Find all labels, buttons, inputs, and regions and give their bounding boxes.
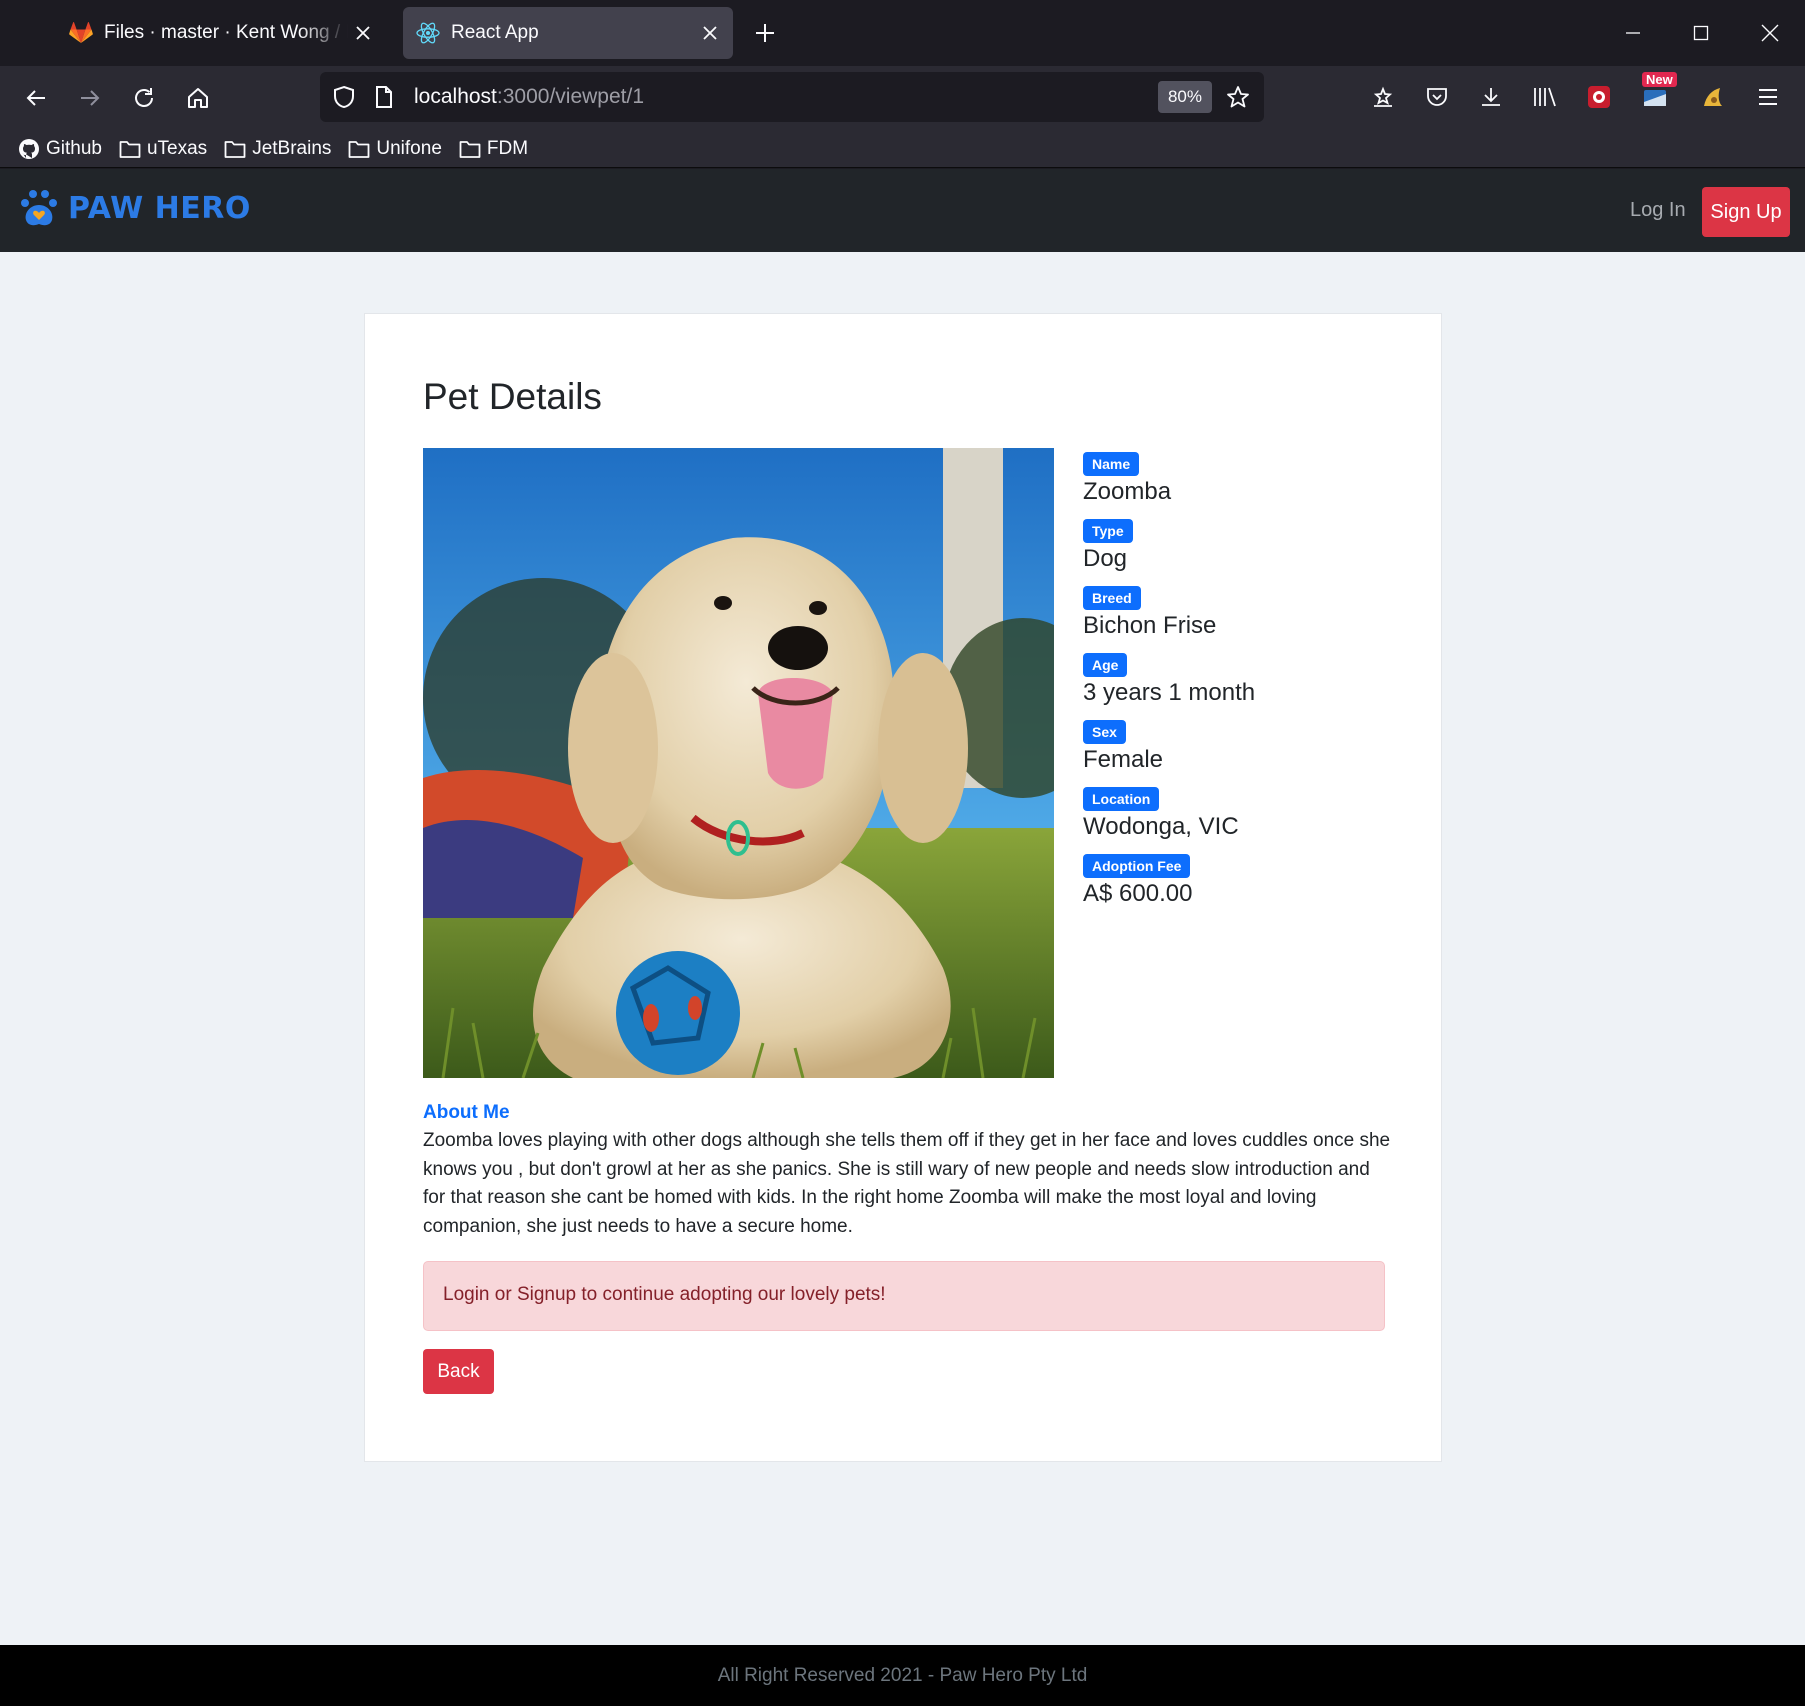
- pet-details-card: Pet Details Name Zoomba Type Dog Breed B…: [364, 313, 1442, 1462]
- reload-icon[interactable]: [122, 76, 166, 120]
- new-tab-icon[interactable]: [748, 16, 782, 50]
- detail-value: Bichon Frise: [1083, 612, 1217, 639]
- detail-name: Name Zoomba: [1083, 452, 1255, 519]
- bookmark-label: Github: [46, 137, 102, 159]
- page-icon[interactable]: [364, 77, 404, 117]
- detail-label: Name: [1083, 452, 1140, 476]
- extension-yellow-icon[interactable]: [1690, 74, 1736, 120]
- detail-value: Zoomba: [1083, 478, 1172, 505]
- extensions-star-icon[interactable]: [1360, 74, 1406, 120]
- back-arrow-icon[interactable]: [14, 76, 58, 120]
- close-tab-icon[interactable]: [695, 18, 725, 48]
- tab-title: React App: [451, 22, 539, 43]
- address-bar[interactable]: localhost:3000/viewpet/1 80%: [320, 72, 1264, 122]
- react-icon: [415, 20, 441, 46]
- login-link[interactable]: Log In: [1630, 199, 1686, 222]
- paw-logo-icon: [21, 190, 57, 226]
- detail-adoption-fee: Adoption Fee A$ 600.00: [1083, 854, 1255, 921]
- bookmark-folder-fdm[interactable]: FDM: [459, 138, 528, 160]
- url-text[interactable]: localhost:3000/viewpet/1: [414, 85, 1158, 109]
- page-title: Pet Details: [423, 376, 602, 417]
- bookmarks-bar: Github uTexas JetBrains Unifone FDM: [0, 130, 1805, 168]
- shield-icon[interactable]: [324, 77, 364, 117]
- bookmark-folder-jetbrains[interactable]: JetBrains: [224, 138, 331, 160]
- app-navbar: PAW HERO Log In Sign Up: [0, 169, 1805, 252]
- detail-value: 3 years 1 month: [1083, 679, 1256, 706]
- library-icon[interactable]: [1522, 74, 1568, 120]
- footer: All Right Reserved 2021 - Paw Hero Pty L…: [0, 1645, 1805, 1706]
- bookmark-folder-utexas[interactable]: uTexas: [119, 138, 207, 160]
- pocket-icon[interactable]: [1414, 74, 1460, 120]
- zoom-level[interactable]: 80%: [1157, 81, 1212, 113]
- new-badge: New: [1642, 72, 1677, 87]
- bookmark-folder-unifone[interactable]: Unifone: [348, 138, 442, 160]
- tab-strip: Files · master · Kent Wong / Paw Hero Re…: [0, 0, 1805, 66]
- about-me-heading: About Me: [423, 1102, 510, 1123]
- brand-name: PAW HERO: [68, 190, 251, 226]
- bookmark-star-icon[interactable]: [1218, 77, 1258, 117]
- signup-button[interactable]: Sign Up: [1702, 187, 1790, 237]
- folder-icon: [119, 140, 141, 158]
- forward-arrow-icon[interactable]: [68, 76, 112, 120]
- maximize-icon[interactable]: [1676, 10, 1726, 56]
- detail-label: Breed: [1083, 586, 1141, 610]
- brand-logo-link[interactable]: PAW HERO: [18, 187, 251, 229]
- tab-title: Files · master · Kent Wong / Paw Hero: [104, 22, 348, 43]
- detail-sex: Sex Female: [1083, 720, 1255, 787]
- detail-label: Sex: [1083, 720, 1126, 744]
- detail-type: Type Dog: [1083, 519, 1255, 586]
- github-icon: [19, 138, 39, 159]
- folder-icon: [459, 140, 481, 158]
- main-content: Pet Details Name Zoomba Type Dog Breed B…: [0, 252, 1805, 1645]
- detail-value: Female: [1083, 746, 1164, 773]
- menu-hamburger-icon[interactable]: [1745, 74, 1791, 120]
- folder-icon: [224, 140, 246, 158]
- detail-location: Location Wodonga, VIC: [1083, 787, 1255, 854]
- detail-label: Type: [1083, 519, 1133, 543]
- bookmark-label: Unifone: [376, 137, 442, 159]
- bookmark-label: uTexas: [146, 137, 208, 159]
- download-icon[interactable]: [1468, 74, 1514, 120]
- about-me-text: Zoomba loves playing with other dogs alt…: [423, 1130, 1391, 1237]
- gitlab-icon: [68, 20, 94, 46]
- extension-red-icon[interactable]: [1576, 74, 1622, 120]
- url-path: :3000/viewpet/1: [496, 85, 644, 108]
- detail-age: Age 3 years 1 month: [1083, 653, 1255, 720]
- tab-react-app[interactable]: React App: [403, 7, 733, 59]
- extension-new-icon[interactable]: New: [1632, 72, 1678, 120]
- tab-gitlab[interactable]: Files · master · Kent Wong / Paw Hero: [68, 7, 386, 59]
- detail-label: Location: [1083, 787, 1160, 811]
- detail-label: Adoption Fee: [1083, 854, 1191, 878]
- bookmark-label: JetBrains: [252, 137, 332, 159]
- detail-value: A$ 600.00: [1083, 880, 1193, 907]
- detail-value: Wodonga, VIC: [1083, 813, 1239, 840]
- login-alert: Login or Signup to continue adopting our…: [423, 1261, 1385, 1331]
- pet-photo: [423, 448, 1054, 1078]
- back-button[interactable]: Back: [423, 1349, 494, 1394]
- browser-toolbar: localhost:3000/viewpet/1 80% New: [0, 66, 1805, 130]
- close-window-icon[interactable]: [1745, 10, 1795, 56]
- detail-value: Dog: [1083, 545, 1128, 572]
- folder-icon: [348, 140, 370, 158]
- home-icon[interactable]: [176, 76, 220, 120]
- pet-details-list: Name Zoomba Type Dog Breed Bichon Frise …: [1083, 452, 1255, 921]
- detail-label: Age: [1083, 653, 1128, 677]
- close-tab-icon[interactable]: [348, 18, 378, 48]
- minimize-icon[interactable]: [1608, 10, 1658, 56]
- bookmark-label: FDM: [486, 137, 529, 159]
- bookmark-github[interactable]: Github: [18, 138, 102, 160]
- url-host: localhost: [414, 85, 497, 108]
- detail-breed: Breed Bichon Frise: [1083, 586, 1255, 653]
